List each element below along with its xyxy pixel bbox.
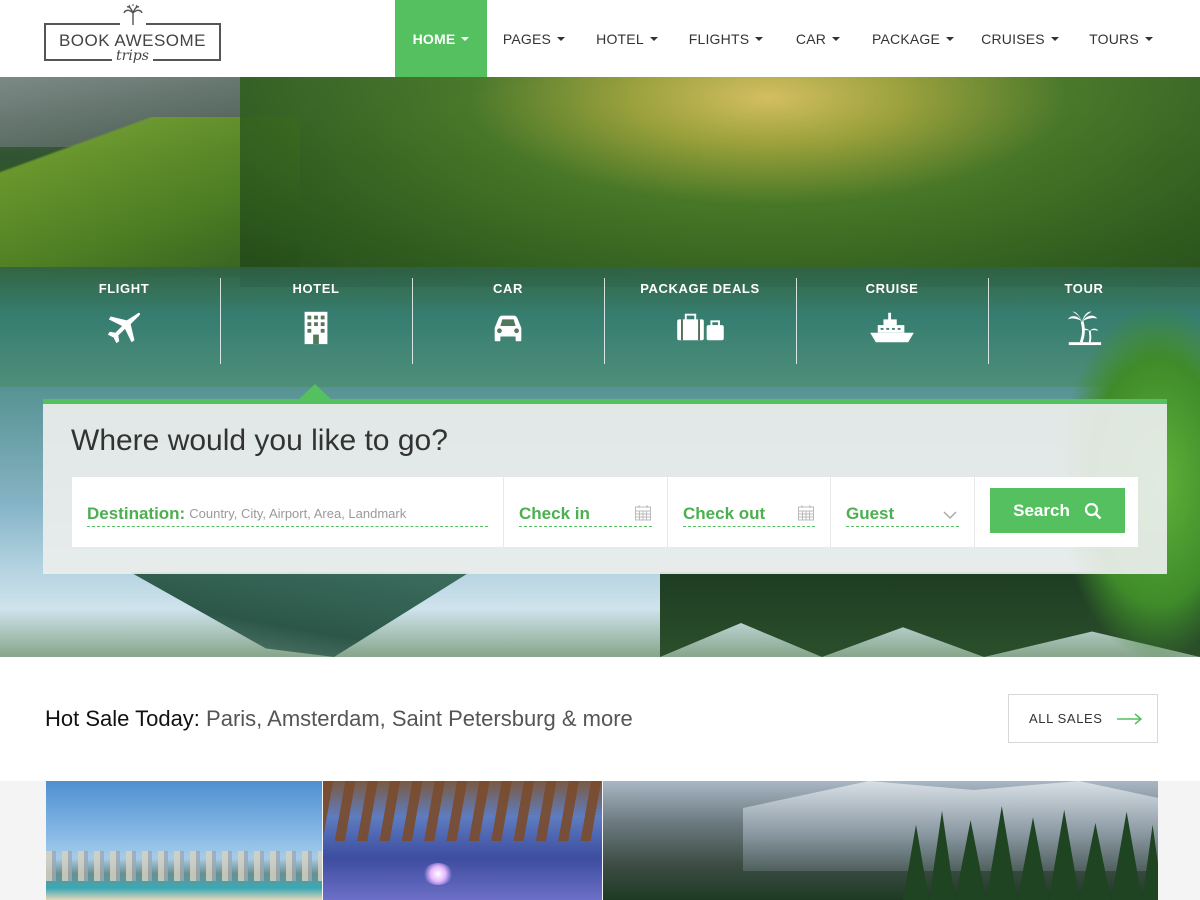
- nav-item-hotel[interactable]: HOTEL: [581, 0, 673, 77]
- check-out-field[interactable]: Check out: [668, 477, 831, 547]
- check-in-field[interactable]: Check in: [504, 477, 668, 547]
- pergola-image: [323, 781, 602, 841]
- calendar-icon[interactable]: [797, 504, 815, 522]
- search-button[interactable]: Search: [990, 488, 1125, 533]
- destination-label: Destination:: [87, 503, 186, 523]
- sunset-glow: [423, 863, 453, 885]
- caret-down-icon: [461, 36, 470, 41]
- nav-item-cruises[interactable]: CRUISES: [969, 0, 1071, 77]
- caret-down-icon: [1050, 36, 1059, 41]
- airplane-icon: [107, 312, 140, 344]
- sale-card[interactable]: [603, 781, 1158, 900]
- category-tabs: FLIGHT HOTEL CAR PACKAGE DEALS CRUISE TO…: [28, 278, 1180, 368]
- tab-label: CRUISE: [865, 281, 919, 296]
- caret-down-icon: [649, 36, 658, 41]
- guest-select[interactable]: Guest: [831, 477, 975, 547]
- tab-flight[interactable]: FLIGHT: [28, 278, 220, 368]
- hero-banner: FLIGHT HOTEL CAR PACKAGE DEALS CRUISE TO…: [0, 77, 1200, 657]
- caret-down-icon: [557, 36, 566, 41]
- nav-item-package[interactable]: PACKAGE: [857, 0, 969, 77]
- search-panel-title: Where would you like to go?: [71, 424, 448, 457]
- search-bar: Destination: Check in Check out: [72, 477, 1138, 547]
- hot-sale-label: Hot Sale Today:: [45, 706, 200, 731]
- nav-item-home[interactable]: HOME: [395, 0, 487, 77]
- hero-forest: [240, 77, 1200, 287]
- check-out-label: Check out: [683, 503, 766, 523]
- tab-label: FLIGHT: [98, 281, 150, 296]
- hot-sale-cities: Paris, Amsterdam, Saint Petersburg & mor…: [206, 706, 633, 731]
- nav-item-car[interactable]: CAR: [779, 0, 857, 77]
- check-in-label: Check in: [519, 503, 590, 523]
- car-icon: [494, 315, 522, 342]
- search-panel: Where would you like to go? Destination:…: [43, 399, 1167, 574]
- nav-item-flights[interactable]: FLIGHTS: [673, 0, 779, 77]
- main-nav: HOME PAGES HOTEL FLIGHTS CAR PACKAGE CRU…: [395, 0, 1171, 77]
- sale-card[interactable]: [46, 781, 322, 900]
- destination-field[interactable]: Destination:: [72, 477, 504, 547]
- caret-down-icon: [1144, 36, 1153, 41]
- sale-card[interactable]: [323, 781, 602, 900]
- tab-tour[interactable]: TOUR: [988, 278, 1180, 368]
- tab-hotel[interactable]: HOTEL: [220, 278, 412, 368]
- tab-cruise[interactable]: CRUISE: [796, 278, 988, 368]
- nav-item-pages[interactable]: PAGES: [487, 0, 581, 77]
- city-skyline-image: [46, 851, 322, 881]
- logo-palm-icon: [120, 4, 146, 26]
- site-header: BOOK AWESOME trips HOME PAGES HOTEL FLIG…: [0, 0, 1200, 77]
- search-icon: [1084, 502, 1102, 519]
- hotel-building-icon: [304, 311, 328, 345]
- luggage-icon: [677, 313, 724, 341]
- logo-tagline: trips: [44, 48, 221, 64]
- hot-sale-heading: Hot Sale Today: Paris, Amsterdam, Saint …: [45, 706, 633, 732]
- caret-down-icon: [946, 36, 955, 41]
- tab-label: HOTEL: [292, 281, 340, 296]
- brand-logo[interactable]: BOOK AWESOME trips: [44, 4, 221, 70]
- tab-label: PACKAGE DEALS: [640, 281, 760, 296]
- tab-package-deals[interactable]: PACKAGE DEALS: [604, 278, 796, 368]
- cruise-ship-icon: [870, 312, 914, 343]
- caret-down-icon: [832, 36, 841, 41]
- all-sales-button[interactable]: ALL SALES: [1008, 694, 1158, 743]
- calendar-icon[interactable]: [634, 504, 652, 522]
- tab-car[interactable]: CAR: [412, 278, 604, 368]
- destination-input[interactable]: [189, 506, 450, 521]
- arrow-right-icon: [1116, 712, 1142, 725]
- caret-down-icon: [755, 36, 764, 41]
- chevron-down-icon[interactable]: [941, 506, 959, 524]
- selected-tab-pointer: [298, 384, 332, 400]
- nav-item-tours[interactable]: TOURS: [1071, 0, 1171, 77]
- guest-label: Guest: [846, 503, 895, 523]
- tab-label: TOUR: [1064, 281, 1104, 296]
- tab-label: CAR: [493, 281, 523, 296]
- palm-tree-icon: [1067, 311, 1102, 346]
